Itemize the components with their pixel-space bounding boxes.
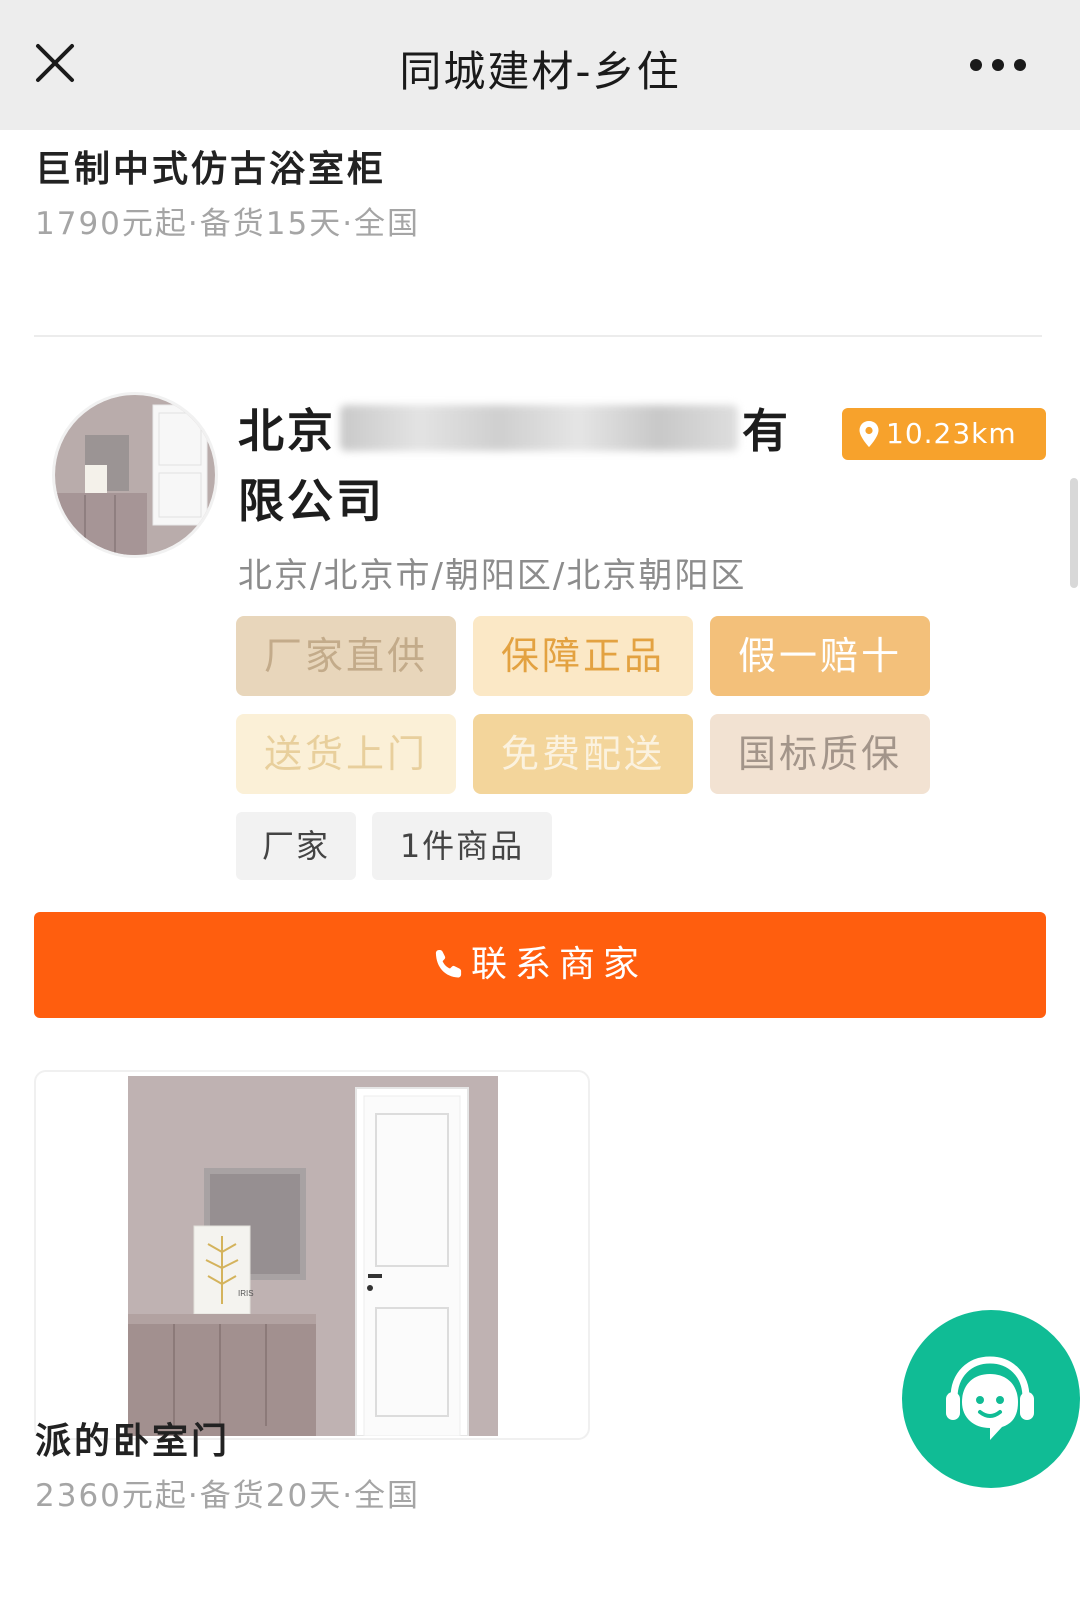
- shop-avatar[interactable]: [52, 392, 218, 558]
- previous-product-meta: 1790元起·备货15天·全国: [35, 206, 421, 242]
- product-card[interactable]: IRIS: [34, 1070, 590, 1440]
- tag-national-standard: 国标质保: [710, 714, 930, 794]
- tag-home-delivery: 送货上门: [236, 714, 456, 794]
- tag-factory-direct: 厂家直供: [236, 616, 456, 696]
- top-navigation-bar: 同城建材-乡住: [0, 0, 1080, 130]
- tag-fake-compensation: 假一赔十: [710, 616, 930, 696]
- art-print-text: IRIS: [238, 1289, 254, 1298]
- product-meta: 2360元起·备货20天·全国: [35, 1478, 421, 1514]
- shop-region: 北京/北京市/朝阳区/北京朝阳区: [238, 556, 747, 596]
- phone-icon: [435, 950, 462, 978]
- chip-manufacturer: 厂家: [236, 812, 356, 880]
- product-title[interactable]: 派的卧室门: [35, 1412, 230, 1464]
- page-title: 同城建材-乡住: [399, 47, 681, 96]
- customer-service-button[interactable]: [902, 1310, 1080, 1488]
- previous-product-title[interactable]: 巨制中式仿古浴室柜: [35, 140, 386, 192]
- section-divider: [34, 335, 1042, 337]
- shop-avatar-image: [55, 395, 215, 555]
- contact-merchant-button[interactable]: 联系商家: [34, 912, 1046, 1018]
- distance-value: 10.23km: [886, 417, 1017, 450]
- shop-name-redacted: [340, 405, 738, 451]
- distance-badge: 10.23km: [842, 408, 1046, 460]
- customer-service-icon: [946, 1356, 1034, 1440]
- tag-genuine-guarantee: 保障正品: [473, 616, 693, 696]
- contact-merchant-label: 联系商家: [470, 944, 647, 985]
- scrollbar[interactable]: [1070, 478, 1078, 588]
- chip-product-count[interactable]: 1件商品: [372, 812, 552, 880]
- more-dots-icon[interactable]: [968, 52, 1028, 78]
- product-image: IRIS: [128, 1076, 498, 1436]
- shop-name[interactable]: 北京 有限公司: [238, 396, 838, 536]
- tag-free-shipping: 免费配送: [473, 714, 693, 794]
- shop-name-prefix: 北京: [238, 404, 336, 458]
- location-pin-icon: [859, 421, 879, 447]
